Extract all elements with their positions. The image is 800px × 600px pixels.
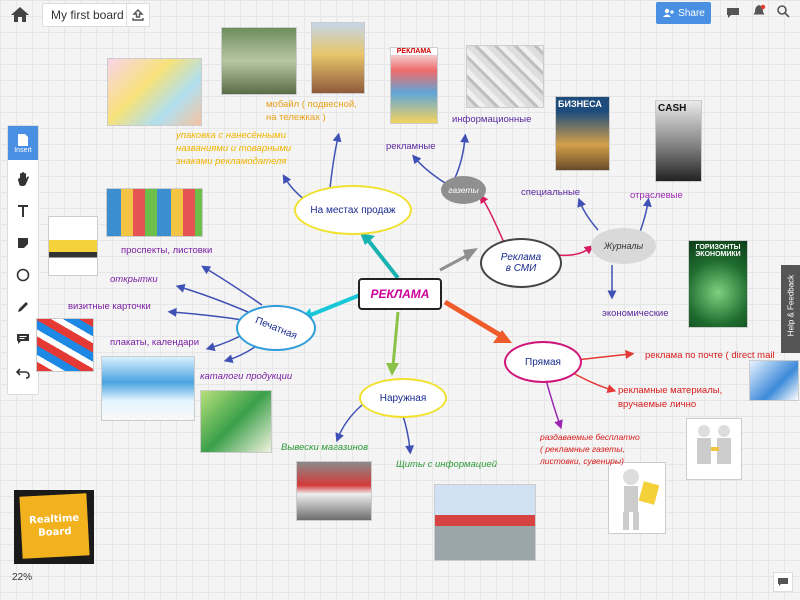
- direct-label: Прямая: [525, 356, 561, 368]
- packaging-photo[interactable]: [107, 58, 202, 126]
- label-prospects: проспекты, листовки: [121, 245, 213, 256]
- reklama-newspaper-photo[interactable]: РЕКЛАМА: [390, 47, 438, 124]
- horizons-economy-magazine-photo[interactable]: ГОРИЗОНТЫ ЭКОНОМИКИ: [688, 240, 748, 328]
- label-mobile-line2: на тележках ): [266, 112, 326, 123]
- media-label-line2: в СМИ: [505, 263, 537, 274]
- flyer-person-photo[interactable]: [608, 462, 666, 534]
- label-info-papers: информационные: [452, 114, 532, 125]
- label-business-cards: визитные карточки: [68, 301, 151, 312]
- shop-sign-photo[interactable]: [296, 461, 372, 521]
- label-ad-papers: рекламные: [386, 141, 436, 152]
- newspapers-label: газеты: [448, 185, 479, 195]
- node-places[interactable]: На местах продаж: [294, 185, 412, 235]
- label-postcards: открытки: [110, 274, 158, 285]
- label-economic: экономические: [602, 308, 669, 319]
- label-posters: плакаты, календари: [110, 337, 200, 348]
- arrow-to-outdoor: [391, 311, 400, 367]
- media-label-line1: Реклама: [500, 252, 542, 263]
- handshake-people-photo[interactable]: [686, 418, 742, 480]
- newspapers-stack-photo[interactable]: [466, 45, 544, 108]
- center-label: РЕКЛАМА: [370, 287, 430, 301]
- arrow-to-print: [307, 293, 361, 318]
- billboard-photo[interactable]: [434, 484, 536, 561]
- node-media[interactable]: Реклама в СМИ: [480, 238, 562, 288]
- supermarket-cart-photo[interactable]: [221, 27, 297, 95]
- label-handouts-line2: вручаемые лично: [618, 399, 697, 410]
- horizons-line2: ЭКОНОМИКИ: [695, 251, 741, 258]
- arrow-to-places: [366, 238, 400, 280]
- biznes-magazine-photo[interactable]: БИЗНЕСА: [555, 96, 610, 171]
- label-free-line1: раздаваемые бесплатно: [540, 432, 640, 442]
- arrowhead-outdoor: [386, 363, 399, 376]
- label-package-line3: знаками рекламодателя: [176, 156, 287, 167]
- cash-magazine-photo[interactable]: CASH: [655, 100, 702, 182]
- node-newspapers[interactable]: газеты: [441, 176, 486, 204]
- arrow-to-direct: [443, 299, 502, 338]
- places-label: На местах продаж: [310, 204, 396, 216]
- label-info-boards: Щиты с информацией: [396, 459, 498, 470]
- horizons-line1: ГОРИЗОНТЫ: [695, 244, 741, 251]
- journals-label: Журналы: [603, 241, 644, 251]
- direct-mail-photo[interactable]: [749, 360, 799, 401]
- label-industry: отраслевые: [630, 190, 683, 201]
- label-free-line2: ( рекламные газеты,: [540, 444, 625, 454]
- bee-postcard-photo[interactable]: [48, 216, 98, 276]
- green-catalogs-photo[interactable]: [200, 390, 272, 453]
- print-label: Печатная: [253, 314, 299, 342]
- outdoor-label: Наружная: [379, 392, 427, 404]
- label-package-line1: упаковка с нанесёнными: [176, 130, 286, 141]
- business-cards-photo[interactable]: [36, 318, 94, 372]
- label-handouts-line1: рекламные материалы,: [618, 385, 723, 396]
- label-direct-mail: реклама по почте ( direct mail: [645, 350, 775, 361]
- label-special: специальные: [521, 187, 581, 198]
- label-shop-signs: Вывески магазинов: [281, 442, 369, 453]
- cash-magazine-title: CASH: [658, 103, 687, 114]
- label-package-line2: названиями и товарными: [176, 143, 292, 154]
- node-outdoor[interactable]: Наружная: [359, 378, 447, 418]
- brochures-photo[interactable]: [106, 188, 203, 237]
- arrowhead-media: [463, 248, 478, 262]
- label-mobile-line1: мобайл ( подвесной,: [266, 99, 357, 110]
- label-free-line3: листовки, сувениры): [540, 456, 624, 466]
- node-journals[interactable]: Журналы: [591, 228, 656, 264]
- biznes-magazine-title: БИЗНЕСА: [558, 99, 602, 109]
- calendar-photo[interactable]: [101, 356, 195, 421]
- label-catalogs: каталоги продукции: [200, 371, 293, 382]
- reklama-paper-title: РЕКЛАМА: [391, 48, 437, 55]
- node-center-reklama[interactable]: РЕКЛАМА: [358, 278, 442, 310]
- node-print[interactable]: Печатная: [236, 305, 316, 351]
- node-direct[interactable]: Прямая: [504, 341, 582, 383]
- hanging-ads-photo[interactable]: [311, 22, 365, 94]
